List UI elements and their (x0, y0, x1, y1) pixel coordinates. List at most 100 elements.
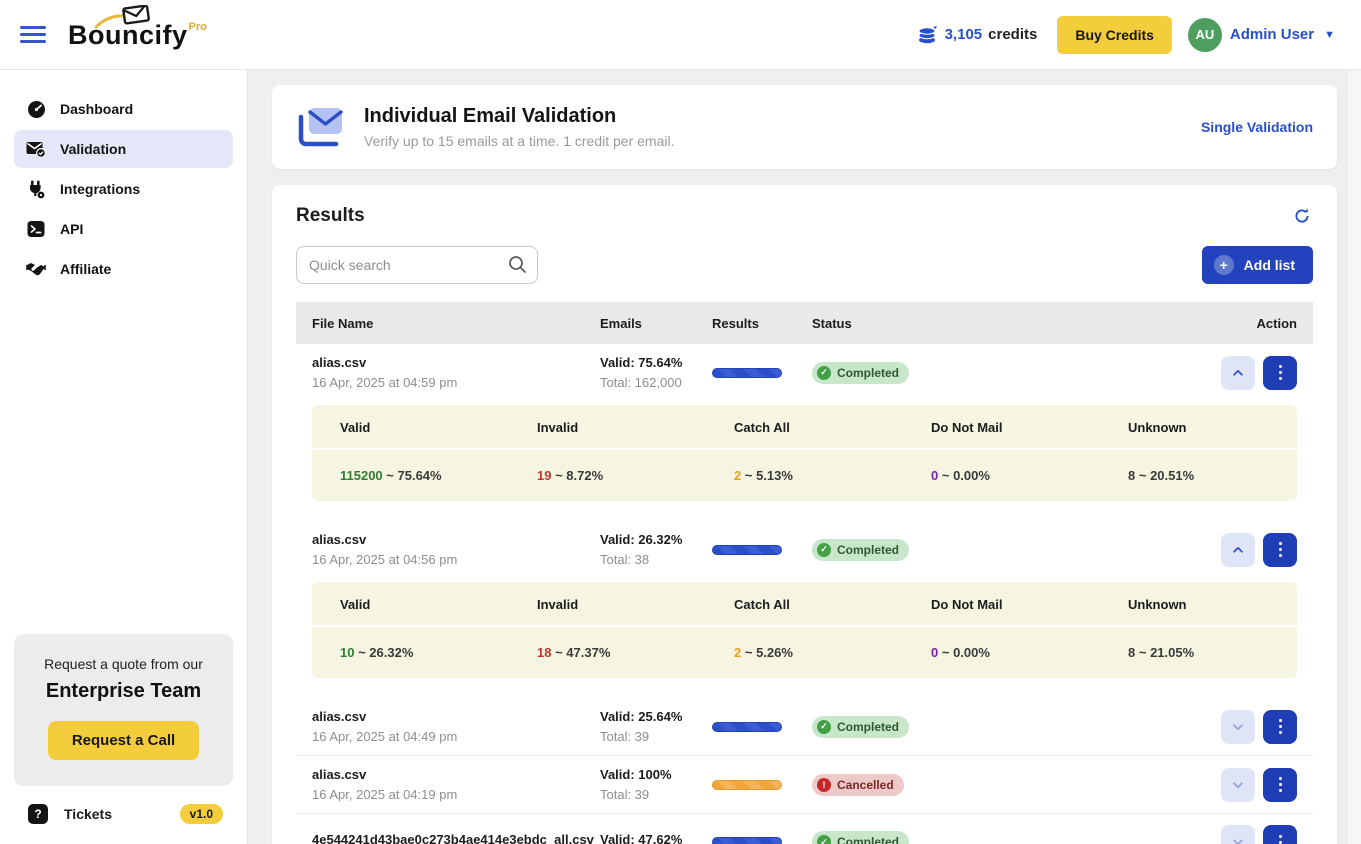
expand-row-button[interactable] (1221, 768, 1255, 802)
tickets-row[interactable]: ? Tickets v1.0 (14, 786, 233, 830)
sidebar-item-validation[interactable]: Validation (14, 130, 233, 168)
page-title: Individual Email Validation (364, 105, 674, 128)
sidebar-item-label: Dashboard (60, 101, 133, 117)
file-date: 16 Apr, 2025 at 04:19 pm (312, 787, 600, 802)
buy-credits-button[interactable]: Buy Credits (1057, 16, 1172, 54)
menu-icon[interactable] (20, 26, 46, 43)
logo-envelope-icon (94, 5, 164, 31)
mail-icon (296, 105, 346, 149)
search-box (296, 246, 538, 284)
donotmail-detail: 0 ~ 0.00% (903, 627, 1100, 678)
donotmail-detail: 0 ~ 0.00% (903, 450, 1100, 501)
invalid-detail: 18 ~ 47.37% (509, 627, 706, 678)
sidebar-item-label: Affiliate (60, 261, 111, 277)
add-list-button[interactable]: + Add list (1202, 246, 1313, 284)
file-name: 4e544241d43bae0c273b4ae414e3ebdc_all.csv (312, 832, 600, 844)
sidebar-item-label: Integrations (60, 181, 140, 197)
table-row: alias.csv 16 Apr, 2025 at 04:56 pm Valid… (296, 521, 1313, 578)
sidebar-item-label: API (60, 221, 83, 237)
results-table: File Name Emails Results Status Action a… (296, 302, 1313, 844)
progress-bar (712, 722, 782, 732)
cancel-icon: ! (817, 778, 831, 792)
sidebar-item-integrations[interactable]: Integrations (14, 170, 233, 208)
column-header: Emails (600, 316, 712, 331)
valid-percent: Valid: 26.32% (600, 532, 712, 547)
column-header: Results (712, 316, 812, 331)
progress-bar (712, 545, 782, 555)
status-badge: ✓Completed (812, 831, 909, 844)
scrollbar-track[interactable] (1347, 70, 1361, 844)
brand-logo[interactable]: Bouncify Pro (68, 21, 207, 49)
table-row: alias.csv 16 Apr, 2025 at 04:19 pm Valid… (296, 756, 1313, 814)
refresh-icon[interactable] (1291, 205, 1313, 230)
sidebar-item-label: Validation (60, 141, 126, 157)
progress-bar (712, 837, 782, 844)
valid-detail: 10 ~ 26.32% (312, 627, 509, 678)
enterprise-line1: Request a quote from our (28, 656, 219, 672)
row-details-panel: Valid Invalid Catch All Do Not Mail Unkn… (312, 405, 1297, 501)
column-header: Action (1187, 316, 1297, 331)
unknown-detail: 8 ~ 20.51% (1100, 450, 1297, 501)
brand-suffix: Pro (189, 21, 207, 33)
sub-column-header: Unknown (1100, 582, 1297, 625)
sub-column-header: Invalid (509, 405, 706, 448)
sidebar-item-dashboard[interactable]: Dashboard (14, 90, 233, 128)
check-icon: ✓ (817, 366, 831, 380)
status-badge: !Cancelled (812, 774, 904, 796)
sidebar-item-affiliate[interactable]: Affiliate (14, 250, 233, 288)
table-row: 4e544241d43bae0c273b4ae414e3ebdc_all.csv… (296, 814, 1313, 844)
row-menu-button[interactable] (1263, 768, 1297, 802)
sub-column-header: Catch All (706, 405, 903, 448)
enterprise-quote-card: Request a quote from our Enterprise Team… (14, 634, 233, 786)
expand-row-button[interactable] (1221, 825, 1255, 844)
credits-label: credits (988, 26, 1037, 43)
credits-value: 3,105 (945, 26, 983, 43)
collapse-row-button[interactable] (1221, 356, 1255, 390)
invalid-detail: 19 ~ 8.72% (509, 450, 706, 501)
progress-bar (712, 780, 782, 790)
sub-column-header: Do Not Mail (903, 405, 1100, 448)
collapse-row-button[interactable] (1221, 533, 1255, 567)
sidebar-item-api[interactable]: API (14, 210, 233, 248)
row-details-panel: Valid Invalid Catch All Do Not Mail Unkn… (312, 582, 1297, 678)
sub-column-header: Do Not Mail (903, 582, 1100, 625)
file-date: 16 Apr, 2025 at 04:49 pm (312, 729, 600, 744)
dashboard-icon (26, 99, 46, 119)
row-menu-button[interactable] (1263, 710, 1297, 744)
search-icon (507, 254, 528, 280)
request-call-button[interactable]: Request a Call (48, 721, 199, 760)
file-date: 16 Apr, 2025 at 04:59 pm (312, 375, 600, 390)
file-name: alias.csv (312, 767, 600, 782)
expand-row-button[interactable] (1221, 710, 1255, 744)
main-content: Individual Email Validation Verify up to… (248, 70, 1361, 844)
row-menu-button[interactable] (1263, 533, 1297, 567)
top-bar: Bouncify Pro 3,105 credits Buy Credits A… (0, 0, 1361, 70)
page-subtitle: Verify up to 15 emails at a time. 1 cred… (364, 133, 674, 149)
page-header-card: Individual Email Validation Verify up to… (272, 85, 1337, 169)
handshake-icon (26, 259, 46, 279)
sub-column-header: Invalid (509, 582, 706, 625)
total-count: Total: 162,000 (600, 375, 712, 390)
single-validation-link[interactable]: Single Validation (1201, 119, 1313, 135)
search-input[interactable] (296, 246, 538, 284)
valid-percent: Valid: 100% (600, 767, 712, 782)
file-name: alias.csv (312, 709, 600, 724)
table-row: alias.csv 16 Apr, 2025 at 04:59 pm Valid… (296, 344, 1313, 401)
sub-column-header: Catch All (706, 582, 903, 625)
catchall-detail: 2 ~ 5.13% (706, 450, 903, 501)
row-menu-button[interactable] (1263, 356, 1297, 390)
valid-detail: 115200 ~ 75.64% (312, 450, 509, 501)
total-count: Total: 39 (600, 729, 712, 744)
chevron-down-icon: ▼ (1324, 29, 1335, 41)
app-window: Bouncify Pro 3,105 credits Buy Credits A… (0, 0, 1361, 844)
user-menu[interactable]: AU Admin User ▼ (1188, 18, 1335, 52)
progress-bar (712, 368, 782, 378)
results-card: Results + Add list (272, 185, 1337, 844)
file-date: 16 Apr, 2025 at 04:56 pm (312, 552, 600, 567)
sidebar: Dashboard Validation Integrations API (0, 70, 248, 844)
status-badge: ✓Completed (812, 716, 909, 738)
mail-check-icon (26, 139, 46, 159)
plug-icon (26, 179, 46, 199)
row-menu-button[interactable] (1263, 825, 1297, 844)
table-row: alias.csv 16 Apr, 2025 at 04:49 pm Valid… (296, 698, 1313, 756)
